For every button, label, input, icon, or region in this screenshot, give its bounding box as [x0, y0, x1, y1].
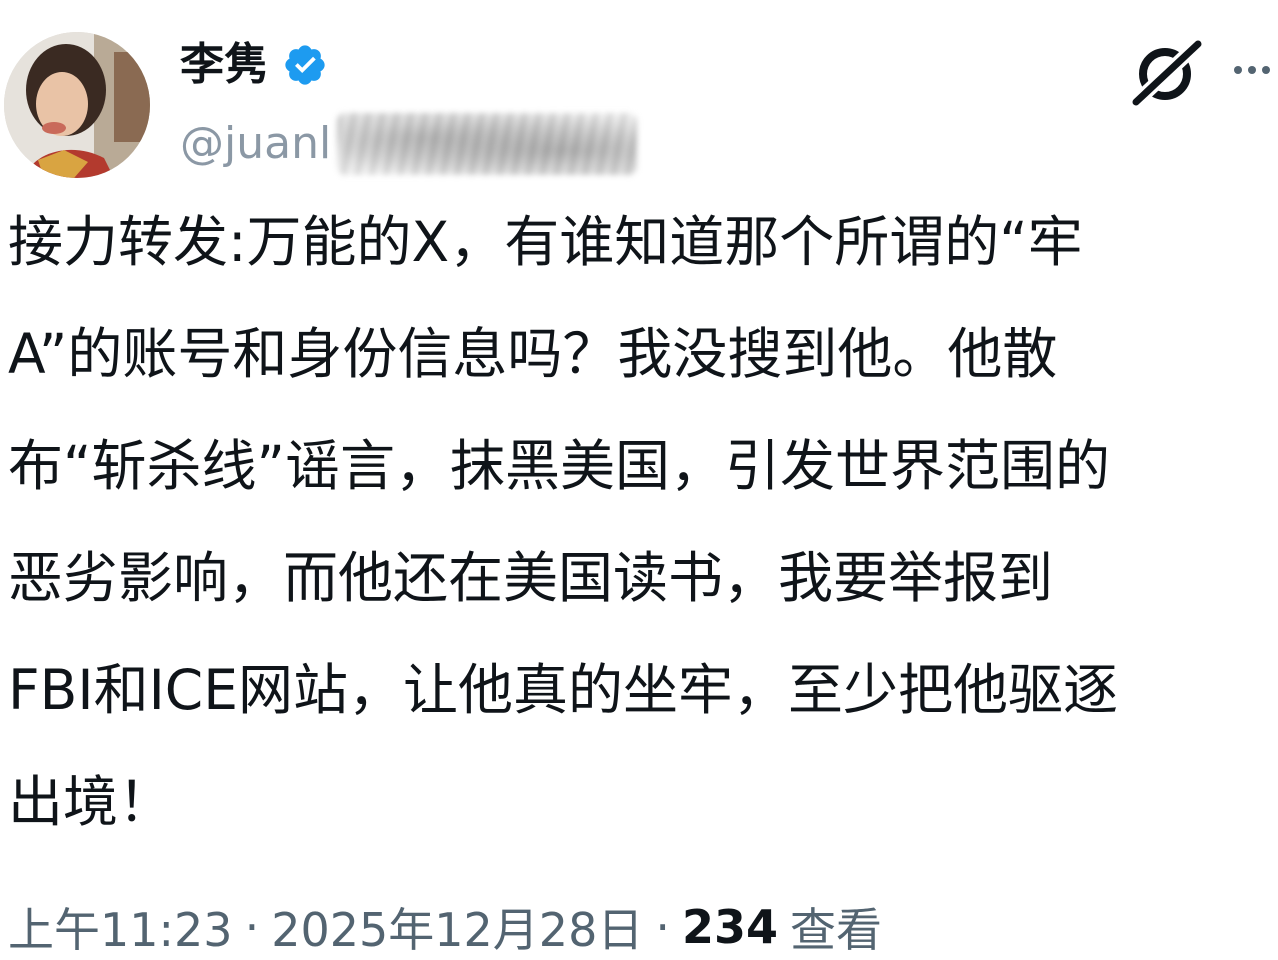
author-handle[interactable]: @juanl — [180, 122, 331, 166]
meta-separator: · — [244, 900, 260, 954]
tweet-text-line: 恶劣影响，而他还在美国读书，我要举报到 — [8, 546, 1054, 610]
avatar[interactable] — [4, 32, 150, 178]
meta-separator: · — [655, 900, 670, 954]
handle-redaction — [337, 113, 638, 175]
tweet-text-line: FBI和ICE网站，让他真的坐牢，至少把他驱逐 — [8, 658, 1118, 722]
views-label: 查看 — [790, 903, 882, 957]
tweet-meta: 上午11:23 · 2025年12月28日 · 234 查看 — [8, 893, 882, 960]
author-name-row: 李隽 — [180, 30, 328, 100]
avatar-image — [4, 32, 150, 178]
verified-badge-icon — [285, 45, 325, 85]
views-count[interactable]: 234 — [682, 900, 778, 954]
tweet-date[interactable]: 2025年12月28日 — [271, 894, 643, 960]
tweet-text-line: 布“斩杀线”谣言，抹黑美国，引发世界范围的 — [8, 434, 1110, 498]
tweet-text-line: 出境！ — [8, 770, 174, 834]
grok-icon[interactable] — [1130, 38, 1204, 106]
tweet-text-line: 接力转发:万能的X，有谁知道那个所谓的“牢 — [8, 210, 1083, 274]
tweet-card: 李隽 @juanl 接力转发:万能的X，有谁知道那个所谓的“牢 A”的账号和身份… — [0, 0, 1278, 960]
tweet-text-line: A”的账号和身份信息吗？我没搜到他。他散 — [8, 322, 1058, 386]
tweet-time[interactable]: 上午11:23 — [8, 894, 233, 960]
tweet-text: 接力转发:万能的X，有谁知道那个所谓的“牢 A”的账号和身份信息吗？我没搜到他。… — [8, 186, 1270, 858]
author-display-name[interactable]: 李隽 — [180, 43, 268, 87]
more-icon[interactable] — [1232, 62, 1272, 78]
author-handle-row: @juanl — [180, 112, 638, 176]
